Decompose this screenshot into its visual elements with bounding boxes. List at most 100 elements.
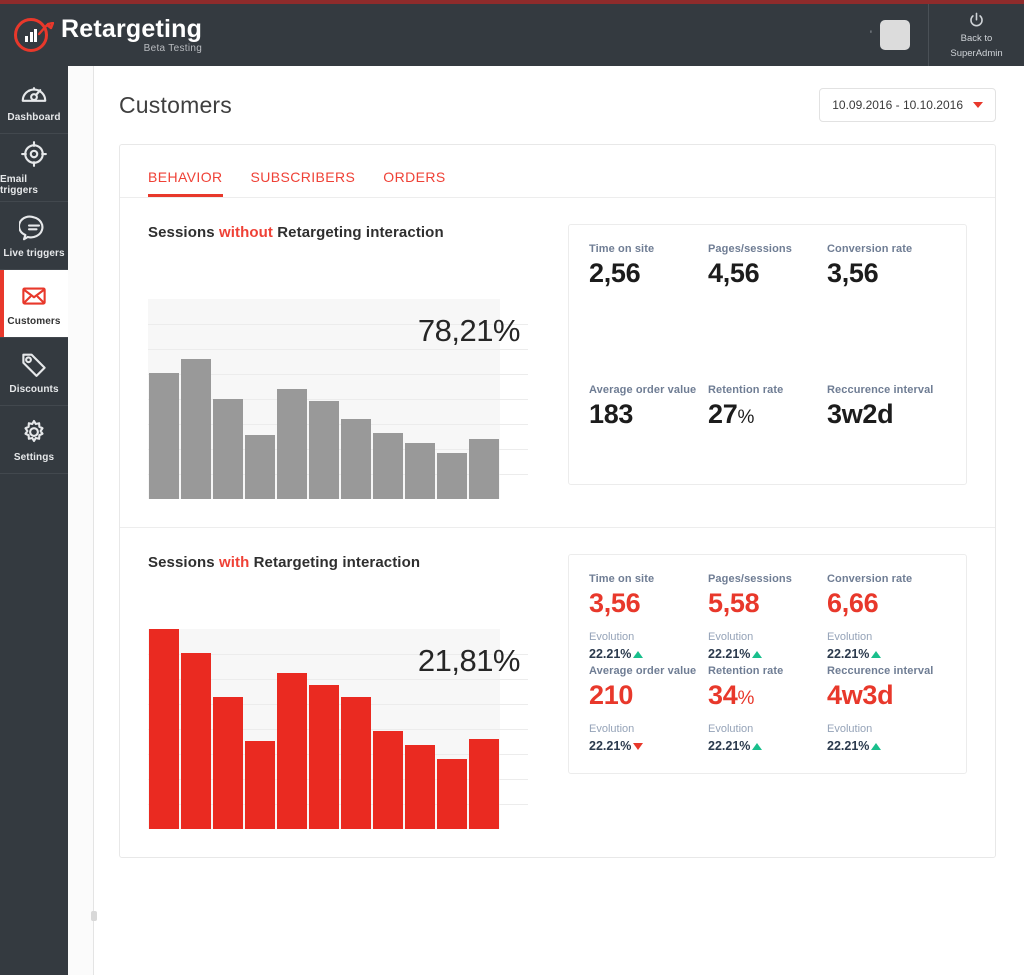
- metric-label: Retention rate: [708, 665, 784, 677]
- sidebar-item-email-triggers[interactable]: Email triggers: [0, 134, 68, 202]
- metric-value: 4w3d: [827, 680, 946, 711]
- metrics-grid: Time on site 2,56 Pages/sessions 4,56 Conver…: [589, 243, 946, 468]
- bar: [245, 741, 275, 829]
- back-to-superadmin-button[interactable]: Back to SuperAdmin: [928, 4, 1024, 66]
- metric-label: Conversion rate: [827, 243, 913, 255]
- envelope-icon: [22, 286, 46, 305]
- sidebar-item-live-triggers[interactable]: Live triggers: [0, 202, 68, 270]
- metric-cell: Average order value 183: [589, 384, 708, 468]
- superadmin-label-line1: Back to: [960, 32, 993, 44]
- tab-behavior[interactable]: BEHAVIOR: [148, 169, 223, 197]
- brand-title: Retargeting: [61, 15, 203, 43]
- bar: [341, 419, 371, 499]
- metric-cell: Average order value 210 Evolution 22.21%: [589, 665, 708, 757]
- behavior-panel: BEHAVIOR SUBSCRIBERS ORDERS Sessions witho…: [119, 144, 996, 858]
- metrics-card: Time on site 3,56 Evolution 22.21% Pages/ses…: [568, 554, 967, 774]
- gauge-icon: [21, 86, 47, 102]
- metric-label: Time on site: [589, 243, 655, 255]
- metric-value: 3,56: [589, 588, 708, 619]
- sidebar-item-label: Live triggers: [3, 247, 65, 259]
- evolution-label: Evolution: [708, 723, 754, 735]
- bar: [149, 373, 179, 499]
- sidebar-item-settings[interactable]: Settings: [0, 406, 68, 474]
- metric-cell: Pages/sessions 4,56: [708, 243, 827, 384]
- arrow-down-icon: [633, 742, 644, 750]
- evolution-label: Evolution: [827, 631, 873, 643]
- account-avatar-box[interactable]: [880, 20, 910, 50]
- chart-column: Sessions with Retargeting interaction 21,…: [148, 554, 538, 829]
- metric-value: 3,56: [827, 258, 946, 289]
- sidebar-item-label: Email triggers: [0, 174, 39, 196]
- tab-label: ORDERS: [383, 169, 446, 185]
- app-header: Retargeting Beta Testing ' Back to Super…: [0, 4, 1024, 66]
- metric-number: 210: [589, 680, 634, 710]
- metric-value: 4,56: [708, 258, 827, 289]
- header-right: ' Back to SuperAdmin: [870, 4, 1024, 66]
- bar-chart: 78,21%: [148, 299, 528, 499]
- bar-chart-arrow-icon: [14, 18, 54, 52]
- gear-icon: [24, 419, 44, 442]
- chart-percentage-annotation: 78,21%: [417, 313, 521, 348]
- metric-label: Time on site: [589, 573, 655, 585]
- metrics-card: Time on site 2,56 Pages/sessions 4,56 Conver…: [568, 224, 967, 485]
- metric-label: Reccurence interval: [827, 665, 934, 677]
- evolution-value: 22.21%: [827, 647, 946, 661]
- metric-unit: %: [737, 688, 755, 709]
- bar-chart: 21,81%: [148, 629, 528, 829]
- tab-subscribers[interactable]: SUBSCRIBERS: [251, 169, 356, 197]
- panel-drag-handle[interactable]: [91, 911, 97, 921]
- tab-orders[interactable]: ORDERS: [383, 169, 445, 197]
- content-panel: Customers 10.09.2016 - 10.10.2016 BEHAVI…: [91, 66, 1024, 975]
- sidebar-item-discounts[interactable]: Discounts: [0, 338, 68, 406]
- metric-value: 27%: [708, 399, 827, 430]
- bar: [181, 359, 211, 499]
- bar: [277, 673, 307, 829]
- bar: [373, 433, 403, 499]
- bar: [213, 399, 243, 499]
- metric-number: 3w2d: [827, 399, 894, 429]
- metric-value: 210: [589, 680, 708, 711]
- metric-cell: Reccurence interval 3w2d: [827, 384, 946, 468]
- content-area: Customers 10.09.2016 - 10.10.2016 BEHAVI…: [68, 66, 1024, 975]
- date-range-value: 10.09.2016 - 10.10.2016: [832, 98, 963, 112]
- metric-value: 34%: [708, 680, 827, 711]
- brand[interactable]: Retargeting Beta Testing: [0, 16, 202, 54]
- metric-number: 34: [708, 680, 738, 710]
- metric-value: 183: [589, 399, 708, 430]
- tab-bar: BEHAVIOR SUBSCRIBERS ORDERS: [120, 145, 995, 197]
- section-title-pre: Sessions: [148, 224, 219, 241]
- header-tick-mark: ': [869, 29, 872, 41]
- metrics-grid: Time on site 3,56 Evolution 22.21% Pages/ses…: [589, 573, 946, 757]
- page-header: Customers 10.09.2016 - 10.10.2016: [94, 66, 1024, 122]
- sidebar-item-label: Dashboard: [7, 111, 61, 123]
- date-range-picker[interactable]: 10.09.2016 - 10.10.2016: [819, 88, 996, 122]
- evolution-number: 22.21%: [708, 739, 751, 753]
- bar: [181, 653, 211, 829]
- arrow-glyph: [38, 22, 54, 36]
- evolution-number: 22.21%: [827, 647, 870, 661]
- bar: [309, 685, 339, 829]
- section-with-retargeting: Sessions with Retargeting interaction 21,…: [120, 527, 995, 857]
- metric-label: Average order value: [589, 384, 697, 396]
- tab-label: BEHAVIOR: [148, 169, 223, 185]
- sidebar-item-dashboard[interactable]: Dashboard: [0, 66, 68, 134]
- metric-number: 2,56: [589, 258, 641, 288]
- evolution-number: 22.21%: [589, 739, 632, 753]
- arrow-up-icon: [871, 650, 882, 658]
- bar: [213, 697, 243, 829]
- sidebar-item-customers[interactable]: Customers: [0, 270, 68, 338]
- section-title-emphasis: with: [218, 554, 250, 571]
- metric-number: 183: [589, 399, 634, 429]
- bar: [309, 401, 339, 499]
- metric-cell: Reccurence interval 4w3d Evolution 22.21%: [827, 665, 946, 757]
- metric-cell: Pages/sessions 5,58 Evolution 22.21%: [708, 573, 827, 665]
- section-without-retargeting: Sessions without Retargeting interaction…: [120, 198, 995, 527]
- metric-number: 6,66: [827, 588, 879, 618]
- arrow-up-icon: [752, 742, 763, 750]
- section-title-post: Retargeting interaction: [272, 224, 444, 241]
- metric-value: 2,56: [589, 258, 708, 289]
- chat-lines-icon: [19, 215, 44, 240]
- metric-number: 3,56: [827, 258, 879, 288]
- target-icon: [21, 141, 47, 167]
- bar: [341, 697, 371, 829]
